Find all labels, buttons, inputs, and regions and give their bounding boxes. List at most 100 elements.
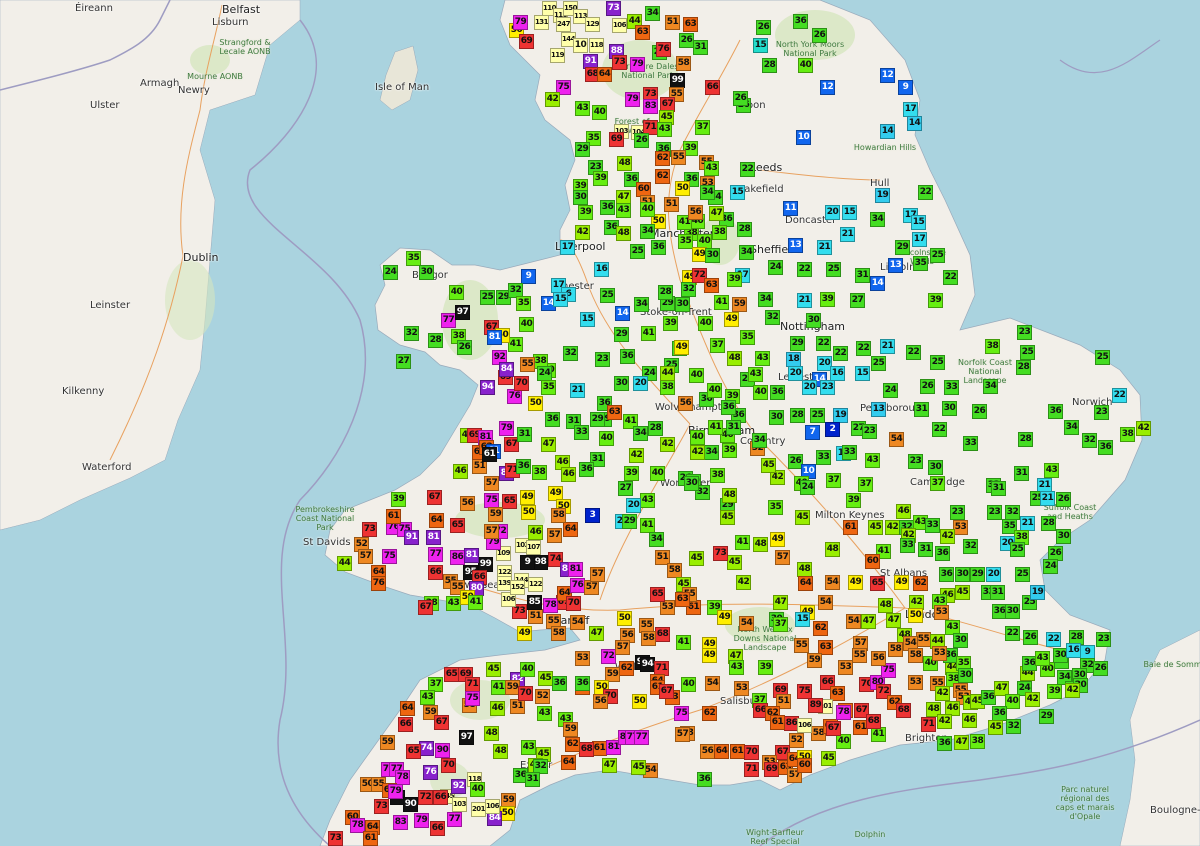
sensor-marker[interactable]: 41 (468, 595, 483, 610)
sensor-marker[interactable]: 37 (826, 473, 841, 488)
sensor-marker[interactable]: 48 (753, 537, 768, 552)
sensor-marker[interactable]: 24 (768, 260, 783, 275)
sensor-marker[interactable]: 54 (825, 575, 840, 590)
sensor-marker[interactable]: 30 (684, 476, 699, 491)
sensor-marker[interactable]: 77 (441, 313, 456, 328)
sensor-marker[interactable]: 24 (883, 383, 898, 398)
sensor-marker[interactable]: 33 (925, 518, 940, 533)
sensor-marker[interactable]: 56 (688, 205, 703, 220)
sensor-marker[interactable]: 49 (674, 340, 689, 355)
sensor-marker[interactable]: 42 (1136, 421, 1151, 436)
sensor-marker[interactable]: 43 (729, 660, 744, 675)
sensor-marker[interactable]: 43 (446, 596, 461, 611)
sensor-marker[interactable]: 63 (635, 25, 650, 40)
sensor-marker[interactable]: 25 (1015, 567, 1030, 582)
sensor-marker[interactable]: 40 (519, 317, 534, 332)
sensor-marker[interactable]: 20 (825, 205, 840, 220)
sensor-marker[interactable]: 22 (906, 345, 921, 360)
sensor-marker[interactable]: 29 (614, 327, 629, 342)
sensor-marker[interactable]: 12 (820, 80, 835, 95)
sensor-marker[interactable]: 41 (508, 337, 523, 352)
sensor-marker[interactable]: 46 (561, 467, 576, 482)
sensor-marker[interactable]: 63 (683, 17, 698, 32)
sensor-marker[interactable]: 13 (888, 258, 903, 273)
sensor-marker[interactable]: 40 (798, 58, 813, 73)
sensor-marker[interactable]: 9 (898, 80, 913, 95)
sensor-marker[interactable]: 25 (630, 244, 645, 259)
sensor-marker[interactable]: 36 (575, 676, 590, 691)
sensor-marker[interactable]: 51 (665, 15, 680, 30)
sensor-marker[interactable]: 32 (404, 326, 419, 341)
sensor-marker[interactable]: 34 (649, 532, 664, 547)
sensor-marker[interactable]: 22 (932, 422, 947, 437)
sensor-marker[interactable]: 43 (1035, 651, 1050, 666)
sensor-marker[interactable]: 54 (739, 616, 754, 631)
sensor-marker[interactable]: 62 (619, 661, 634, 676)
sensor-marker[interactable]: 34 (739, 245, 754, 260)
sensor-marker[interactable]: 36 (600, 200, 615, 215)
sensor-marker[interactable]: 36 (620, 349, 635, 364)
sensor-marker[interactable]: 73 (612, 55, 627, 70)
sensor-marker[interactable]: 34 (700, 185, 715, 200)
sensor-marker[interactable]: 28 (1018, 432, 1033, 447)
sensor-marker[interactable]: 30 (573, 190, 588, 205)
sensor-marker[interactable]: 34 (758, 292, 773, 307)
sensor-marker[interactable]: 79 (625, 92, 640, 107)
sensor-marker[interactable]: 53 (934, 605, 949, 620)
sensor-marker[interactable]: 23 (950, 505, 965, 520)
sensor-marker[interactable]: 58 (551, 626, 566, 641)
sensor-marker[interactable]: 48 (878, 598, 893, 613)
sensor-marker[interactable]: 59 (807, 653, 822, 668)
sensor-marker[interactable]: 64 (563, 522, 578, 537)
sensor-marker[interactable]: 19 (833, 408, 848, 423)
sensor-marker[interactable]: 24 (1043, 559, 1058, 574)
sensor-marker[interactable]: 48 (617, 156, 632, 171)
sensor-marker[interactable]: 53 (575, 651, 590, 666)
sensor-marker[interactable]: 15 (553, 292, 568, 307)
sensor-marker[interactable]: 22 (740, 162, 755, 177)
sensor-marker[interactable]: 50 (617, 611, 632, 626)
sensor-marker[interactable]: 22 (833, 346, 848, 361)
sensor-marker[interactable]: 62 (655, 151, 670, 166)
sensor-marker[interactable]: 77 (428, 547, 443, 562)
sensor-marker[interactable]: 50 (908, 608, 923, 623)
sensor-marker[interactable]: 29 (970, 567, 985, 582)
sensor-marker[interactable]: 39 (758, 660, 773, 675)
sensor-marker[interactable]: 32 (1006, 719, 1021, 734)
sensor-marker[interactable]: 54 (705, 676, 720, 691)
sensor-marker[interactable]: 21 (570, 383, 585, 398)
sensor-marker[interactable]: 73 (328, 831, 343, 846)
sensor-marker[interactable]: 24 (800, 480, 815, 495)
sensor-marker[interactable]: 30 (705, 248, 720, 263)
sensor-marker[interactable]: 41 (708, 420, 723, 435)
sensor-marker[interactable]: 42 (575, 225, 590, 240)
sensor-marker[interactable]: 30 (953, 633, 968, 648)
sensor-marker[interactable]: 43 (521, 740, 536, 755)
sensor-marker[interactable]: 26 (679, 33, 694, 48)
sensor-marker[interactable]: 15 (842, 205, 857, 220)
sensor-marker[interactable]: 31 (990, 585, 1005, 600)
sensor-marker[interactable]: 56 (871, 651, 886, 666)
sensor-marker[interactable]: 31 (855, 268, 870, 283)
sensor-marker[interactable]: 46 (453, 464, 468, 479)
sensor-marker[interactable]: 81 (426, 530, 441, 545)
sensor-marker[interactable]: 17 (560, 240, 575, 255)
sensor-marker[interactable]: 36 (793, 14, 808, 29)
sensor-marker[interactable]: 70 (518, 686, 533, 701)
sensor-marker[interactable]: 39 (722, 443, 737, 458)
sensor-marker[interactable]: 39 (1047, 684, 1062, 699)
sensor-marker[interactable]: 43 (755, 351, 770, 366)
sensor-marker[interactable]: 48 (825, 542, 840, 557)
sensor-marker[interactable]: 10 (796, 130, 811, 145)
sensor-marker[interactable]: 44 (337, 556, 352, 571)
sensor-marker[interactable]: 92 (451, 779, 466, 794)
sensor-marker[interactable]: 40 (689, 368, 704, 383)
sensor-marker[interactable]: 68 (896, 703, 911, 718)
sensor-marker[interactable]: 42 (660, 437, 675, 452)
sensor-marker[interactable]: 89 (808, 698, 823, 713)
sensor-marker[interactable]: 50 (632, 694, 647, 709)
sensor-marker[interactable]: 45 (988, 720, 1003, 735)
sensor-marker[interactable]: 20 (626, 498, 641, 513)
sensor-marker[interactable]: 23 (862, 424, 877, 439)
sensor-marker[interactable]: 56 (678, 396, 693, 411)
